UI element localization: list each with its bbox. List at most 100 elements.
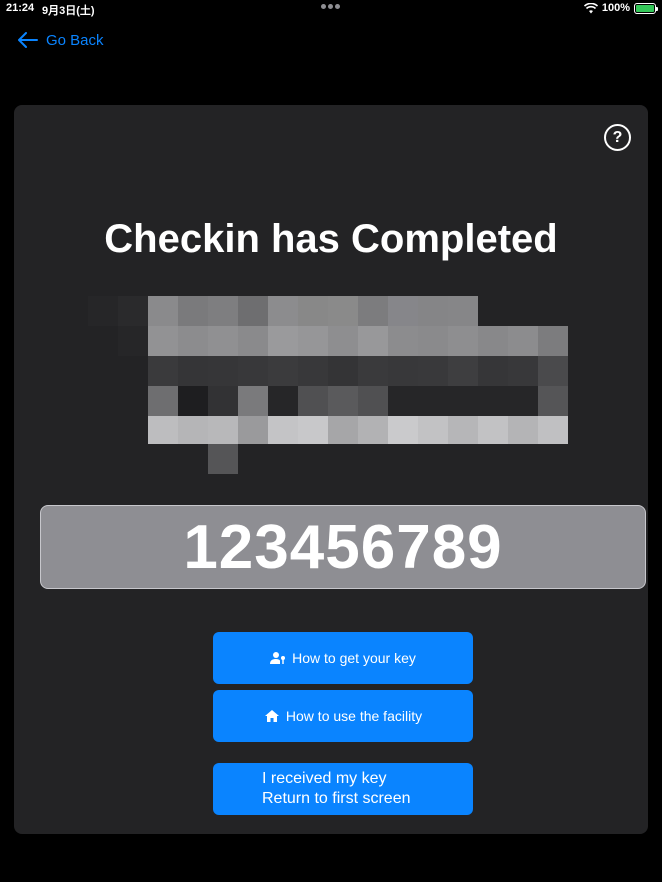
mosaic-pixel bbox=[508, 326, 538, 356]
mosaic-pixel bbox=[118, 296, 148, 326]
page-title: Checkin has Completed bbox=[104, 217, 558, 261]
mosaic-pixel bbox=[208, 416, 238, 446]
mosaic-pixel bbox=[178, 386, 208, 416]
mosaic-pixel bbox=[298, 296, 328, 326]
mosaic-pixel bbox=[448, 326, 478, 356]
mosaic-pixel bbox=[238, 356, 268, 386]
status-date: 9月3日(土) bbox=[42, 5, 95, 17]
pixelated-image bbox=[88, 296, 568, 476]
go-back-button[interactable]: Go Back bbox=[18, 30, 104, 50]
mosaic-pixel bbox=[118, 326, 148, 356]
mosaic-pixel bbox=[208, 296, 238, 326]
mosaic-pixel bbox=[178, 326, 208, 356]
mosaic-pixel bbox=[148, 416, 178, 446]
mosaic-pixel bbox=[358, 386, 388, 416]
mosaic-pixel bbox=[538, 386, 568, 416]
mosaic-pixel bbox=[328, 444, 358, 474]
question-circle-icon[interactable]: ? bbox=[604, 124, 631, 151]
mosaic-pixel bbox=[268, 326, 298, 356]
mosaic-pixel bbox=[268, 356, 298, 386]
received-key-line2: Return to first screen bbox=[262, 790, 411, 807]
mosaic-pixel bbox=[88, 444, 118, 474]
arrow-left-icon bbox=[18, 32, 38, 48]
wifi-icon bbox=[583, 2, 598, 13]
mosaic-pixel bbox=[118, 416, 148, 446]
mosaic-pixel bbox=[178, 444, 208, 474]
mosaic-pixel bbox=[178, 416, 208, 446]
mosaic-pixel bbox=[268, 296, 298, 326]
mosaic-pixel bbox=[268, 444, 298, 474]
mosaic-pixel bbox=[478, 386, 508, 416]
mosaic-pixel bbox=[358, 356, 388, 386]
mosaic-pixel bbox=[508, 416, 538, 446]
mosaic-pixel bbox=[358, 416, 388, 446]
status-right: 100% bbox=[583, 2, 658, 14]
received-key-line1: I received my key bbox=[262, 770, 387, 787]
mosaic-pixel bbox=[208, 356, 238, 386]
mosaic-pixel bbox=[328, 326, 358, 356]
mosaic-pixel bbox=[538, 444, 568, 474]
mosaic-pixel bbox=[538, 296, 568, 326]
house-icon bbox=[264, 710, 279, 722]
mosaic-pixel bbox=[388, 386, 418, 416]
mosaic-pixel bbox=[448, 416, 478, 446]
mosaic-pixel bbox=[88, 356, 118, 386]
mosaic-pixel bbox=[508, 386, 538, 416]
mosaic-pixel bbox=[508, 444, 538, 474]
mosaic-pixel bbox=[238, 326, 268, 356]
mosaic-pixel bbox=[478, 356, 508, 386]
mosaic-pixel bbox=[508, 296, 538, 326]
mosaic-pixel bbox=[178, 296, 208, 326]
mosaic-pixel bbox=[418, 326, 448, 356]
checkin-code: 123456789 bbox=[40, 505, 646, 589]
mosaic-pixel bbox=[388, 296, 418, 326]
mosaic-pixel bbox=[118, 356, 148, 386]
status-bar: 21:24 9月3日(土) 100% bbox=[0, 0, 662, 18]
mosaic-pixel bbox=[328, 416, 358, 446]
mosaic-pixel bbox=[388, 416, 418, 446]
mosaic-pixel bbox=[538, 356, 568, 386]
mosaic-pixel bbox=[238, 386, 268, 416]
mosaic-pixel bbox=[478, 416, 508, 446]
mosaic-pixel bbox=[538, 416, 568, 446]
mosaic-pixel bbox=[208, 326, 238, 356]
mosaic-pixel bbox=[328, 386, 358, 416]
mosaic-pixel bbox=[148, 296, 178, 326]
mosaic-pixel bbox=[478, 444, 508, 474]
status-time: 21:24 bbox=[6, 2, 35, 14]
mosaic-pixel bbox=[448, 296, 478, 326]
how-to-use-facility-label: How to use the facility bbox=[285, 708, 423, 724]
mosaic-pixel bbox=[418, 444, 448, 474]
mosaic-pixel bbox=[418, 386, 448, 416]
mosaic-pixel bbox=[118, 444, 148, 474]
mosaic-pixel bbox=[478, 296, 508, 326]
how-to-get-key-button[interactable]: How to get your key bbox=[213, 632, 473, 684]
multitasking-dots-icon[interactable] bbox=[321, 4, 340, 9]
mosaic-pixel bbox=[328, 296, 358, 326]
how-to-use-facility-button[interactable]: How to use the facility bbox=[213, 690, 473, 742]
received-key-button[interactable]: I received my key Return to first screen bbox=[213, 763, 473, 815]
mosaic-pixel bbox=[388, 356, 418, 386]
mosaic-pixel bbox=[148, 444, 178, 474]
mosaic-pixel bbox=[388, 444, 418, 474]
mosaic-pixel bbox=[298, 326, 328, 356]
mosaic-pixel bbox=[298, 356, 328, 386]
mosaic-pixel bbox=[208, 386, 238, 416]
mosaic-pixel bbox=[148, 326, 178, 356]
mosaic-pixel bbox=[148, 356, 178, 386]
mosaic-pixel bbox=[118, 386, 148, 416]
mosaic-pixel bbox=[538, 326, 568, 356]
mosaic-pixel bbox=[508, 356, 538, 386]
mosaic-pixel bbox=[298, 416, 328, 446]
mosaic-pixel bbox=[88, 386, 118, 416]
mosaic-pixel bbox=[148, 386, 178, 416]
mosaic-pixel bbox=[88, 326, 118, 356]
mosaic-pixel bbox=[268, 416, 298, 446]
battery-charging-icon bbox=[634, 2, 658, 14]
how-to-get-key-label: How to get your key bbox=[292, 650, 416, 666]
mosaic-pixel bbox=[298, 444, 328, 474]
mosaic-pixel bbox=[88, 416, 118, 446]
mosaic-pixel bbox=[448, 356, 478, 386]
mosaic-pixel bbox=[178, 356, 208, 386]
mosaic-pixel bbox=[298, 386, 328, 416]
